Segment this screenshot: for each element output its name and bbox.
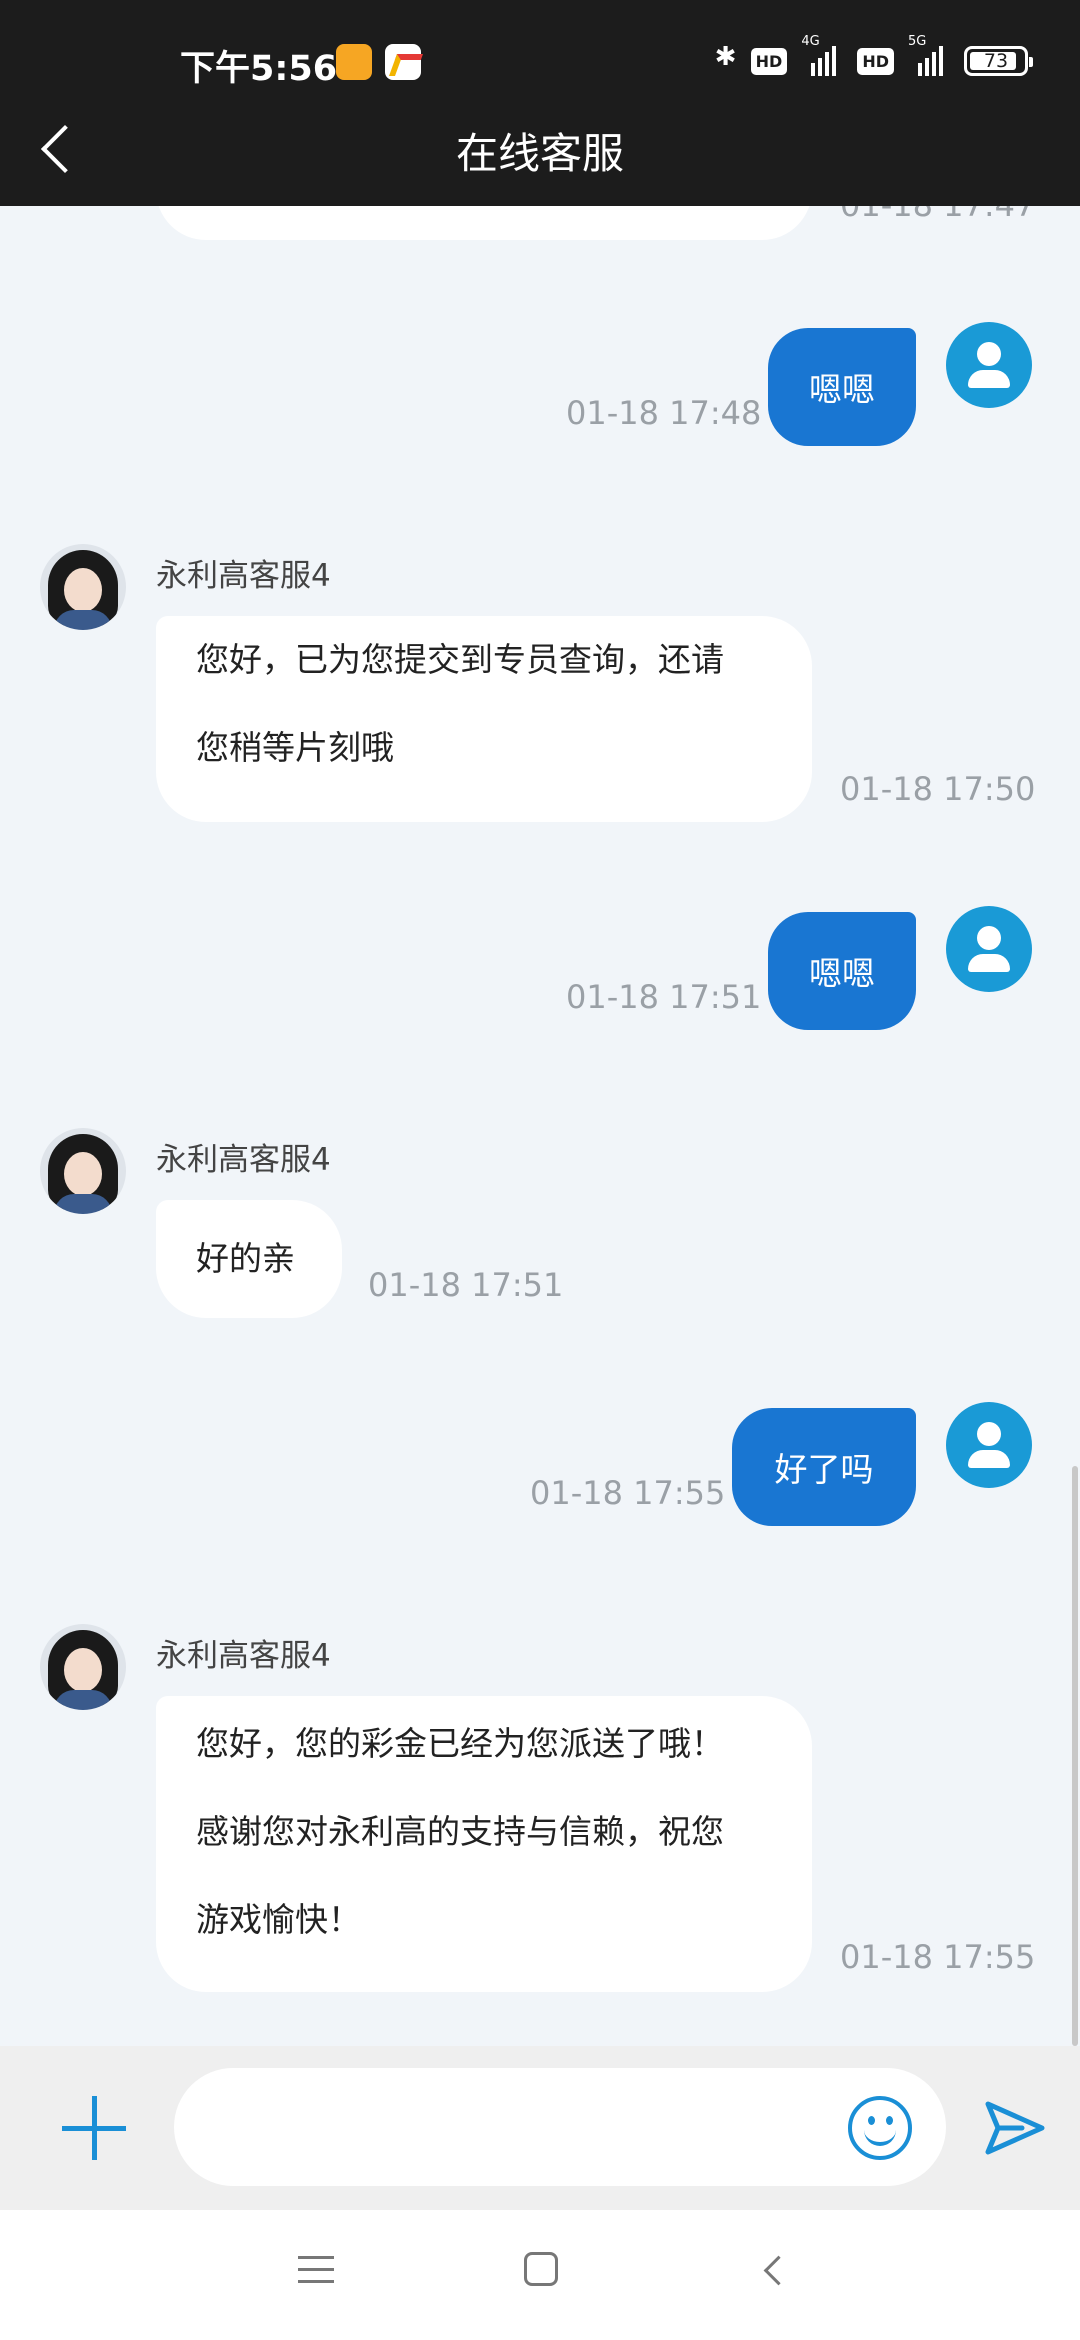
message-line: 您稍等片刻哦 <box>196 728 394 767</box>
notification-app-icon <box>336 44 372 80</box>
message-bubble: 您好，已为您提交到专员查询，还请 您稍等片刻哦 <box>156 616 812 822</box>
system-nav-bar <box>0 2210 1080 2340</box>
hd-badge: HD <box>857 47 894 75</box>
user-avatar[interactable] <box>946 906 1032 992</box>
scrollbar[interactable] <box>1072 1466 1078 2046</box>
agent-avatar[interactable] <box>40 1128 126 1214</box>
page-title: 在线客服 <box>455 129 624 178</box>
notification-app-icon <box>385 44 421 80</box>
message-line: 游戏愉快！ <box>196 1900 361 1939</box>
top-bar: 下午5:56 HD 4G HD 5G 73 在线客服 <box>0 0 1080 206</box>
signal-icon: 4G <box>801 34 843 76</box>
message-bubble <box>156 206 812 240</box>
message-bubble: 嗯嗯 <box>768 912 916 1030</box>
message-time: 01-18 17:51 <box>368 1266 564 1304</box>
message-time: 01-18 17:51 <box>566 978 762 1016</box>
message-line: 感谢您对永利高的支持与信赖，祝您 <box>196 1812 724 1851</box>
composer-bar <box>0 2046 1080 2210</box>
hd-badge: HD <box>750 47 788 75</box>
menu-icon[interactable] <box>298 2256 334 2286</box>
bluetooth-icon <box>715 42 737 78</box>
message-time: 01-18 17:47 <box>840 206 1035 224</box>
message-line: 您好，您的彩金已经为您派送了哦！ <box>196 1724 724 1763</box>
plus-icon[interactable] <box>62 2096 126 2160</box>
agent-name: 永利高客服4 <box>156 558 331 594</box>
message-bubble: 嗯嗯 <box>768 328 916 446</box>
signal-icon: 5G <box>908 34 950 76</box>
message-bubble: 好了吗 <box>732 1408 916 1526</box>
message-time: 01-18 17:55 <box>530 1474 726 1512</box>
message-time: 01-18 17:48 <box>566 394 762 432</box>
agent-avatar[interactable] <box>40 1624 126 1710</box>
send-icon[interactable] <box>982 2098 1048 2158</box>
agent-name: 永利高客服4 <box>156 1638 331 1674</box>
user-avatar[interactable] <box>946 322 1032 408</box>
message-line: 您好，已为您提交到专员查询，还请 <box>196 640 724 679</box>
agent-avatar[interactable] <box>40 544 126 630</box>
message-time: 01-18 17:55 <box>840 1938 1036 1976</box>
status-bar: 下午5:56 HD 4G HD 5G 73 <box>0 0 1080 124</box>
message-bubble: 您好，您的彩金已经为您派送了哦！ 感谢您对永利高的支持与信赖，祝您 游戏愉快！ <box>156 1696 812 1992</box>
message-input[interactable] <box>174 2068 946 2186</box>
message-bubble: 好的亲 <box>156 1200 342 1318</box>
agent-name: 永利高客服4 <box>156 1142 331 1178</box>
status-indicators: HD 4G HD 5G 73 <box>715 34 1033 78</box>
home-icon[interactable] <box>524 2252 558 2286</box>
user-avatar[interactable] <box>946 1402 1032 1488</box>
message-line: 好的亲 <box>196 1239 295 1278</box>
nav-back-icon[interactable] <box>758 2254 788 2284</box>
message-time: 01-18 17:50 <box>840 770 1036 808</box>
emoji-icon[interactable] <box>848 2096 912 2160</box>
status-time: 下午5:56 <box>180 49 338 89</box>
battery-icon: 73 <box>964 46 1033 76</box>
chat-area[interactable]: 01-18 17:47 嗯嗯 01-18 17:48 永利高客服4 您好，已为您… <box>0 206 1080 2046</box>
